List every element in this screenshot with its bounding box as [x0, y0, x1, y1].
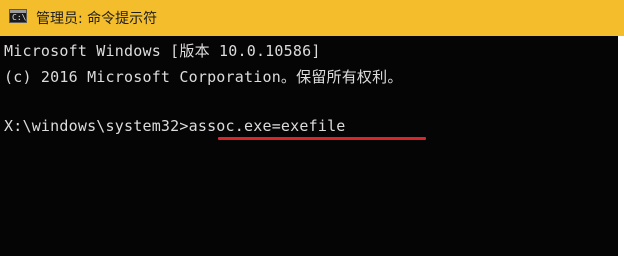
console-output[interactable]: Microsoft Windows [版本 10.0.10586] (c) 20… [0, 36, 624, 256]
cmd-icon-glyph: C:\ [12, 13, 27, 22]
console-line-copyright: (c) 2016 Microsoft Corporation。保留所有权利。 [4, 68, 403, 86]
console-line-command: X:\windows\system32>assoc.exe=exefile [4, 117, 346, 135]
title-bar[interactable]: C:\ 管理员: 命令提示符 [0, 0, 624, 36]
command-prompt-window: C:\ 管理员: 命令提示符 Microsoft Windows [版本 10.… [0, 0, 624, 256]
window-title: 管理员: 命令提示符 [36, 11, 158, 27]
cmd-window-icon[interactable]: C:\ [9, 9, 27, 23]
right-edge-border [618, 36, 624, 256]
command-annotation-underline [218, 137, 426, 140]
console-line-version: Microsoft Windows [版本 10.0.10586] [4, 42, 321, 60]
